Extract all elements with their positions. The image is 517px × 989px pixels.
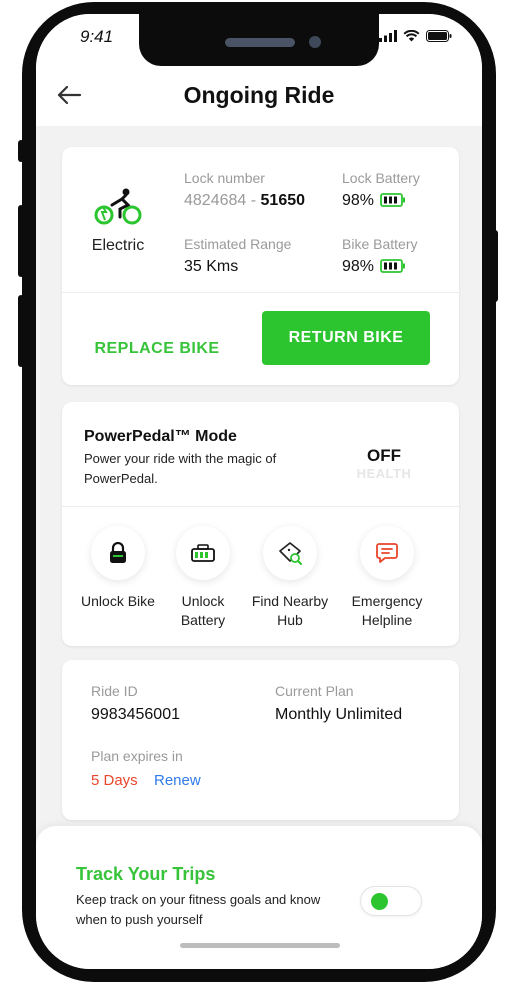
status-time: 9:41 — [80, 27, 114, 46]
status-icons — [379, 30, 452, 42]
track-trips-toggle[interactable] — [360, 886, 422, 916]
powerpedal-title: PowerPedal™ Mode — [84, 428, 237, 445]
lock-battery-label: Lock Battery — [342, 170, 420, 186]
unlock-bike-circle[interactable] — [91, 526, 145, 580]
map-location-icon — [279, 542, 302, 565]
lock-number-prefix: 4824684 - — [184, 192, 261, 209]
bike-battery-percent: 98% — [342, 258, 375, 275]
emergency-helpline-action[interactable]: Emergency Helpline — [342, 526, 432, 630]
track-trips-description: Keep track on your fitness goals and kno… — [76, 892, 321, 927]
electric-bike-icon — [94, 188, 142, 225]
lock-number-label: Lock number — [184, 170, 265, 186]
find-hub-circle[interactable] — [263, 526, 317, 580]
find-hub-action[interactable]: Find Nearby Hub — [245, 526, 335, 630]
battery-full-icon — [380, 259, 406, 273]
lock-number-suffix: 51650 — [260, 192, 306, 209]
lock-battery-value: 98% — [342, 192, 406, 210]
card-divider — [62, 506, 459, 507]
notch — [139, 14, 379, 66]
powerpedal-mode: HEALTH — [356, 466, 412, 481]
toggle-knob — [371, 893, 388, 910]
return-bike-button[interactable]: RETURN BIKE — [262, 311, 430, 365]
ride-card: Electric Lock number 4824684 - 51650 Loc… — [62, 147, 459, 385]
battery-full-icon — [380, 193, 406, 207]
card-divider — [62, 292, 459, 293]
battery-icon — [191, 544, 215, 562]
unlock-bike-action[interactable]: Unlock Bike — [73, 526, 163, 611]
unlock-battery-circle[interactable] — [176, 526, 230, 580]
current-plan-label: Current Plan — [275, 683, 354, 699]
unlock-battery-label: Unlock Battery — [180, 593, 226, 628]
speaker — [225, 38, 295, 47]
lock-battery-percent: 98% — [342, 192, 375, 209]
lock-number-value: 4824684 - 51650 — [184, 192, 305, 210]
chat-alert-icon — [376, 543, 398, 563]
camera — [309, 36, 321, 48]
app-screen: 9:41 Ongoing Ride Electric Lock number 4… — [36, 14, 482, 969]
page-title: Ongoing Ride — [183, 82, 335, 108]
emergency-helpline-label: Emergency Helpline — [351, 593, 423, 628]
powerpedal-card: PowerPedal™ Mode Power your ride with th… — [62, 402, 459, 646]
wifi-icon — [403, 30, 420, 42]
battery-status-icon — [426, 30, 452, 42]
find-hub-label: Find Nearby Hub — [251, 593, 329, 628]
plan-expires-label: Plan expires in — [91, 748, 183, 764]
powerpedal-description: Power your ride with the magic of PowerP… — [84, 451, 277, 486]
replace-bike-button[interactable]: REPLACE BIKE — [82, 325, 232, 373]
signal-icon — [379, 30, 397, 42]
range-label: Estimated Range — [184, 236, 292, 252]
unlock-bike-label: Unlock Bike — [81, 593, 155, 609]
plan-expires-value: 5 Days — [91, 772, 138, 789]
ride-id-label: Ride ID — [91, 683, 138, 699]
range-value: 35 Kms — [184, 258, 239, 275]
bike-type-label: Electric — [91, 237, 145, 254]
current-plan-value: Monthly Unlimited — [275, 706, 403, 723]
unlock-battery-action[interactable]: Unlock Battery — [158, 526, 248, 630]
ride-id-value: 9983456001 — [91, 706, 180, 723]
powerpedal-state[interactable]: OFF — [344, 446, 424, 466]
home-indicator[interactable] — [180, 943, 340, 948]
ride-info-card: Ride ID 9983456001 Current Plan Monthly … — [62, 660, 459, 820]
bike-battery-value: 98% — [342, 258, 406, 276]
renew-link[interactable]: Renew — [154, 772, 201, 789]
track-trips-title: Track Your Trips — [76, 864, 216, 884]
lock-icon — [110, 542, 126, 563]
emergency-helpline-circle[interactable] — [360, 526, 414, 580]
bike-battery-label: Bike Battery — [342, 236, 418, 252]
